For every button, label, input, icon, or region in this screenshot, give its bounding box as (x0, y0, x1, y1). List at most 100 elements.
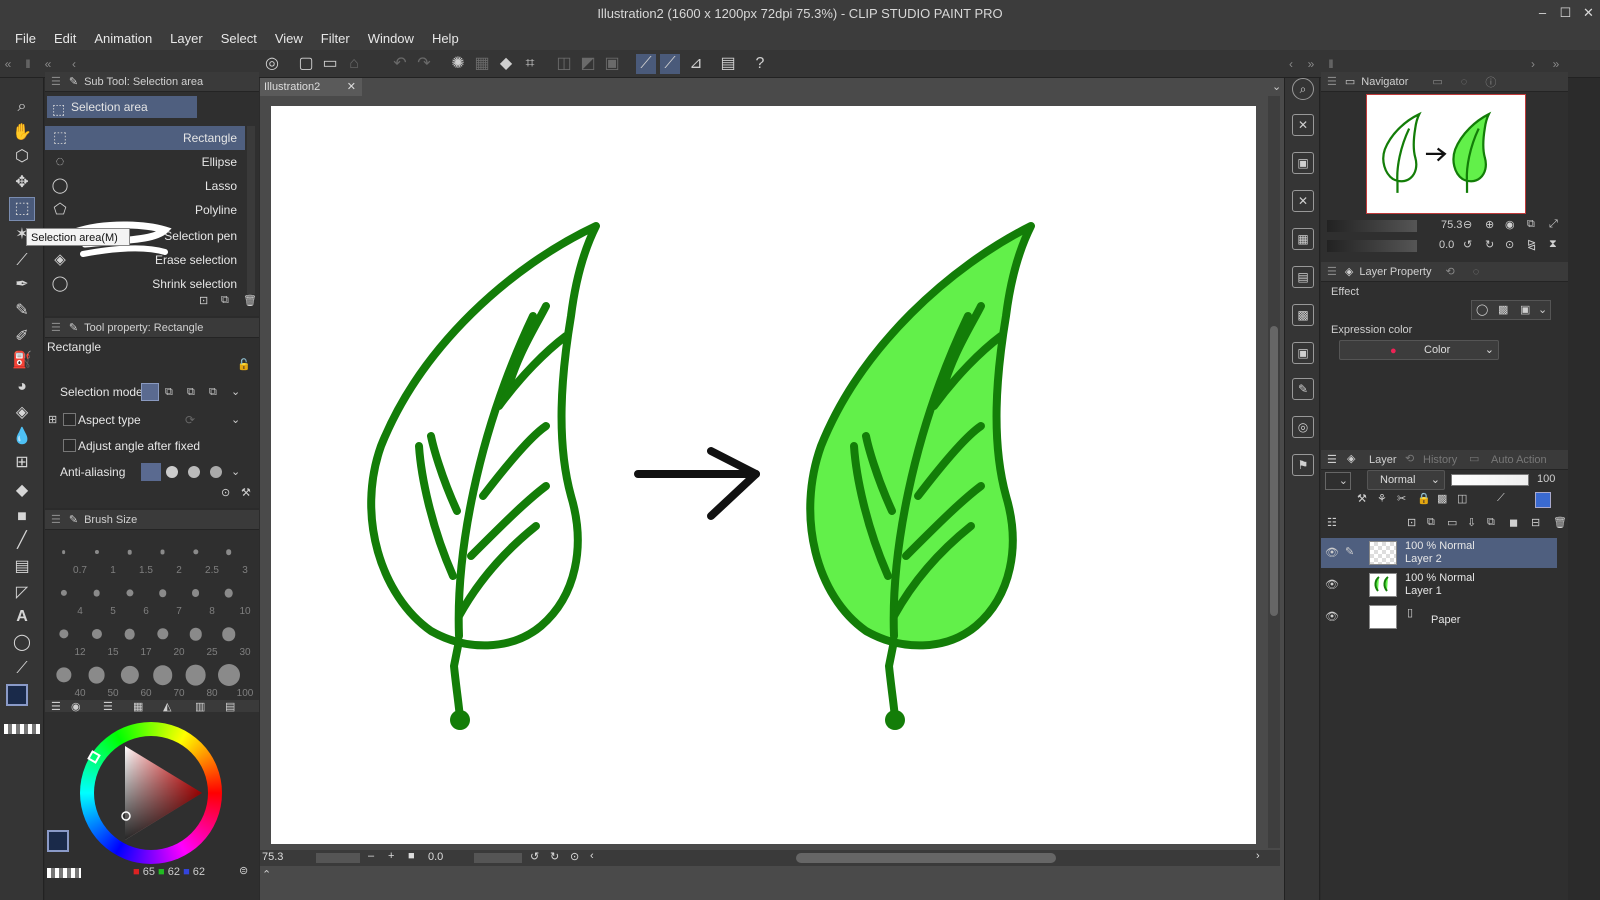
chevron-up-icon[interactable]: ⌃ (262, 868, 271, 881)
zoom-slider[interactable] (316, 853, 360, 863)
search-icon[interactable]: ⌕ (1292, 78, 1314, 100)
aspect-type-checkbox[interactable] (63, 413, 76, 426)
frame-tool-icon[interactable]: ▤ (10, 556, 34, 578)
brush-size-cell[interactable]: 12 (47, 618, 86, 658)
transparent-color-icon[interactable] (4, 724, 40, 734)
layer-color-icon[interactable]: ▣ (1520, 303, 1530, 316)
zoom-in-icon[interactable]: ⊕ (1485, 218, 1494, 231)
help-icon[interactable]: ? (750, 54, 770, 74)
eyedropper-tool-icon[interactable]: ⟋ (10, 250, 34, 272)
collapse-left-icon[interactable]: « (0, 54, 16, 74)
tab-layer[interactable]: Layer (1369, 454, 1397, 466)
brush-size-cell[interactable]: 8 (179, 577, 215, 617)
main-color-swatch[interactable] (6, 684, 28, 706)
eye-icon[interactable]: 👁 (1325, 578, 1339, 591)
brush-size-cell[interactable]: 20 (146, 618, 185, 658)
show-selection-icon[interactable]: ▣ (602, 54, 622, 74)
snap-grid-icon[interactable]: ⊿ (686, 54, 706, 74)
subtract-selection-icon[interactable]: ⧉ (187, 380, 195, 404)
horizontal-scroll-thumb[interactable] (796, 853, 1056, 863)
zoom-in-icon[interactable]: + (388, 850, 394, 862)
mask-icon[interactable]: ◫ (1457, 492, 1467, 505)
combine-down-icon[interactable]: ⧉ (1487, 516, 1495, 529)
eraser-tool-icon[interactable]: ◈ (10, 402, 34, 424)
layer-list-icon[interactable]: ☷ (1327, 516, 1337, 529)
transform-icon[interactable]: ⌗ (520, 54, 540, 74)
sub-tool-lasso[interactable]: ◯ Lasso (45, 174, 245, 198)
eye-icon[interactable]: 👁 (1325, 610, 1339, 623)
chevron-down-icon[interactable]: ⌄ (1339, 474, 1348, 487)
anti-alias-none-icon[interactable] (141, 463, 161, 481)
brush-size-cell[interactable]: 17 (113, 618, 152, 658)
sub-view-icon[interactable]: ▭ (1432, 75, 1442, 88)
chevron-left-icon[interactable]: ‹ (590, 850, 594, 862)
brush-size-cell[interactable]: 10 (212, 577, 251, 617)
actual-size-icon[interactable]: ◉ (1505, 218, 1515, 231)
lock-icon[interactable]: 🔓 (237, 358, 251, 371)
apply-mask-icon[interactable]: ⊟ (1531, 516, 1540, 529)
brush-size-cell[interactable]: 3 (212, 536, 248, 576)
menu-view[interactable]: View (266, 31, 312, 46)
zoom-out-icon[interactable]: – (368, 850, 374, 862)
rotate-left-icon[interactable]: ↺ (530, 850, 539, 863)
tab-icon[interactable]: ◌ (1473, 266, 1480, 278)
document-tab[interactable]: Illustration2 ✕ (260, 78, 362, 96)
rotation-slider[interactable] (474, 853, 522, 863)
brush-size-cell[interactable]: 80 (179, 659, 218, 699)
clip-studio-icon[interactable]: ◎ (262, 54, 282, 74)
new-raster-layer-icon[interactable]: ⊡ (1407, 516, 1416, 529)
material-icon[interactable]: ✎ (1292, 378, 1314, 400)
flip-horizontal-icon[interactable]: ⧎ (1527, 238, 1536, 251)
sub-tool-shrink-selection[interactable]: ◯ Shrink selection (45, 272, 245, 296)
open-file-icon[interactable]: ▭ (320, 54, 340, 74)
pen-tool-icon[interactable]: ✒ (10, 274, 34, 296)
opacity-slider[interactable] (1451, 474, 1529, 486)
brush-size-cell[interactable]: 2 (146, 536, 182, 576)
canvas-menu-icon[interactable]: ⌄ (1272, 80, 1281, 93)
menu-grip-icon[interactable]: ☰ (51, 75, 61, 88)
reset-rotation-icon[interactable]: ⊙ (1505, 238, 1514, 251)
chevron-down-icon[interactable]: ⌄ (231, 408, 240, 432)
brush-size-cell[interactable]: 60 (113, 659, 152, 699)
menu-select[interactable]: Select (212, 31, 266, 46)
chevron-down-icon[interactable]: ⌄ (1485, 341, 1494, 359)
new-selection-icon[interactable] (141, 383, 159, 401)
vertical-scroll-thumb[interactable] (1270, 326, 1278, 616)
fit-icon[interactable]: ■ (408, 850, 415, 862)
material-icon[interactable]: ⚑ (1292, 454, 1314, 476)
menu-grip-icon[interactable]: ☰ (1327, 75, 1337, 88)
brush-size-cell[interactable]: 1 (80, 536, 116, 576)
chevron-right-icon[interactable]: › (1526, 54, 1540, 74)
lock-transparency-icon[interactable]: ▩ (1437, 492, 1447, 505)
snap-special-ruler-icon[interactable]: ⟋ (660, 54, 680, 74)
ruler-tool-icon[interactable]: ◸ (10, 582, 34, 604)
move-layer-tool-icon[interactable]: ✥ (10, 172, 34, 194)
selection-area-tool-icon[interactable]: ⬚ (9, 197, 35, 221)
fill-tool-icon[interactable]: ◆ (10, 480, 34, 502)
brush-size-cell[interactable]: 30 (212, 618, 251, 658)
sub-tool-scrollbar[interactable] (247, 126, 255, 294)
rotation-readout[interactable]: 0.0 (428, 851, 443, 863)
material-icon[interactable]: ▩ (1292, 304, 1314, 326)
chevron-down-icon[interactable]: ⌄ (1538, 303, 1547, 316)
maximize-button[interactable]: ☐ (1554, 0, 1577, 26)
brush-size-cell[interactable]: 7 (146, 577, 182, 617)
tab-auto-action[interactable]: Auto Action (1491, 454, 1547, 466)
rotate-left-icon[interactable]: ↺ (1463, 238, 1472, 251)
brush-size-cell[interactable]: 2.5 (179, 536, 219, 576)
close-button[interactable]: ✕ (1577, 0, 1600, 26)
wrench-settings-icon[interactable]: ⚒ (241, 486, 251, 499)
chevron-left-icon[interactable]: ‹ (66, 54, 82, 74)
anti-alias-strong-icon[interactable] (210, 466, 222, 478)
create-sub-tool-icon[interactable]: ⧉ (221, 294, 229, 307)
brush-size-cell[interactable]: 25 (179, 618, 218, 658)
invert-selection-icon[interactable]: ◩ (578, 54, 598, 74)
fit-window-icon[interactable]: ⤢ (1549, 218, 1558, 231)
menu-layer[interactable]: Layer (161, 31, 212, 46)
transfer-down-icon[interactable]: ⇩ (1467, 516, 1476, 529)
anti-alias-weak-icon[interactable] (166, 466, 178, 478)
brush-size-cell[interactable]: 5 (80, 577, 116, 617)
rotate-right-icon[interactable]: ↻ (550, 850, 559, 863)
brush-size-cell[interactable]: 70 (146, 659, 185, 699)
drawing-canvas[interactable] (271, 106, 1256, 844)
